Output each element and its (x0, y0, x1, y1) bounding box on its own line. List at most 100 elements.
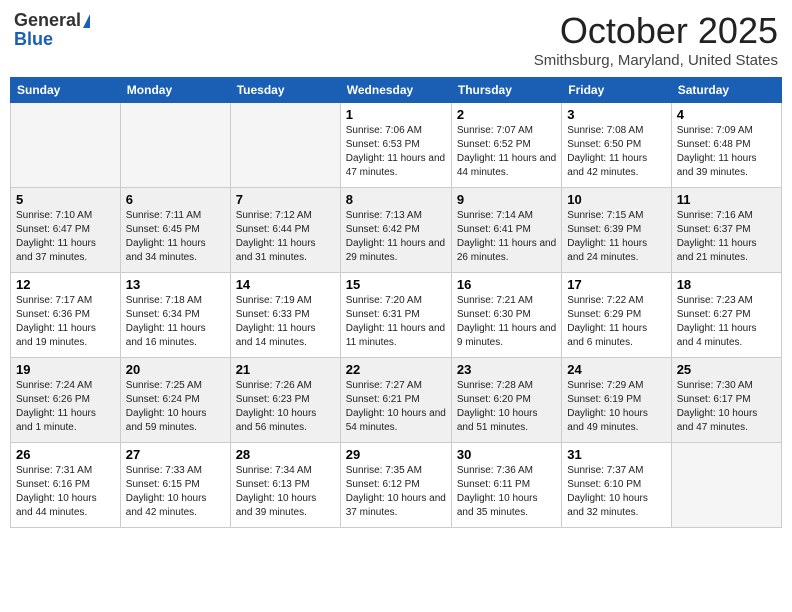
weekday-header-thursday: Thursday (451, 78, 561, 103)
calendar-cell: 31Sunrise: 7:37 AM Sunset: 6:10 PM Dayli… (562, 443, 671, 528)
calendar-cell (120, 103, 230, 188)
day-number: 19 (16, 362, 115, 377)
calendar-cell: 26Sunrise: 7:31 AM Sunset: 6:16 PM Dayli… (11, 443, 121, 528)
day-info: Sunrise: 7:27 AM Sunset: 6:21 PM Dayligh… (346, 379, 446, 435)
weekday-header-monday: Monday (120, 78, 230, 103)
calendar-cell: 20 Sunrise: 7:25 AM Sunset: 6:24 PM Dayli… (120, 358, 230, 443)
logo-general: General (14, 10, 81, 31)
weekday-header-sunday: Sunday (11, 78, 121, 103)
day-info: Sunrise: 7:25 AM Sunset: 6:24 PM Dayligh… (126, 379, 225, 435)
day-number: 18 (677, 277, 776, 292)
week-row-4: 19 Sunrise: 7:24 AM Sunset: 6:26 PM Dayli… (11, 358, 782, 443)
week-row-1: 1Sunrise: 7:06 AM Sunset: 6:53 PM Daylig… (11, 103, 782, 188)
day-number: 15 (346, 277, 446, 292)
day-number: 21 (236, 362, 335, 377)
day-number: 4 (677, 107, 776, 122)
page-header: General Blue October 2025 Smithsburg, Ma… (10, 10, 782, 69)
calendar-cell: 29 Sunrise: 7:35 AM Sunset: 6:12 PM Dayli… (340, 443, 451, 528)
day-number: 2 (457, 107, 556, 122)
week-row-5: 26Sunrise: 7:31 AM Sunset: 6:16 PM Dayli… (11, 443, 782, 528)
day-number: 13 (126, 277, 225, 292)
calendar-cell: 15 Sunrise: 7:20 AM Sunset: 6:31 PM Dayli… (340, 273, 451, 358)
weekday-header-row: SundayMondayTuesdayWednesdayThursdayFrid… (11, 78, 782, 103)
calendar-cell: 21Sunrise: 7:26 AM Sunset: 6:23 PM Dayli… (230, 358, 340, 443)
day-info: Sunrise: 7:24 AM Sunset: 6:26 PM Dayligh… (16, 379, 115, 435)
weekday-header-tuesday: Tuesday (230, 78, 340, 103)
day-number: 6 (126, 192, 225, 207)
calendar-cell: 5 Sunrise: 7:10 AM Sunset: 6:47 PM Daylig… (11, 188, 121, 273)
weekday-header-wednesday: Wednesday (340, 78, 451, 103)
day-info: Sunrise: 7:21 AM Sunset: 6:30 PM Dayligh… (457, 294, 556, 350)
day-number: 23 (457, 362, 556, 377)
day-info: Sunrise: 7:23 AM Sunset: 6:27 PM Dayligh… (677, 294, 776, 350)
day-info: Sunrise: 7:15 AM Sunset: 6:39 PM Dayligh… (567, 209, 665, 265)
day-number: 5 (16, 192, 115, 207)
calendar-cell: 13 Sunrise: 7:18 AM Sunset: 6:34 PM Dayli… (120, 273, 230, 358)
day-info: Sunrise: 7:09 AM Sunset: 6:48 PM Dayligh… (677, 124, 776, 180)
day-number: 20 (126, 362, 225, 377)
day-number: 29 (346, 447, 446, 462)
day-info: Sunrise: 7:16 AM Sunset: 6:37 PM Dayligh… (677, 209, 776, 265)
month-title: October 2025 (534, 10, 778, 52)
day-info: Sunrise: 7:30 AM Sunset: 6:17 PM Dayligh… (677, 379, 776, 435)
day-info: Sunrise: 7:36 AM Sunset: 6:11 PM Dayligh… (457, 464, 556, 520)
calendar-cell: 9 Sunrise: 7:14 AM Sunset: 6:41 PM Daylig… (451, 188, 561, 273)
day-number: 14 (236, 277, 335, 292)
day-number: 30 (457, 447, 556, 462)
day-number: 3 (567, 107, 665, 122)
day-number: 11 (677, 192, 776, 207)
day-number: 24 (567, 362, 665, 377)
calendar-cell: 30 Sunrise: 7:36 AM Sunset: 6:11 PM Dayli… (451, 443, 561, 528)
day-info: Sunrise: 7:29 AM Sunset: 6:19 PM Dayligh… (567, 379, 665, 435)
day-info: Sunrise: 7:17 AM Sunset: 6:36 PM Dayligh… (16, 294, 115, 350)
calendar-cell: 17 Sunrise: 7:22 AM Sunset: 6:29 PM Dayli… (562, 273, 671, 358)
week-row-2: 5 Sunrise: 7:10 AM Sunset: 6:47 PM Daylig… (11, 188, 782, 273)
calendar-cell: 19 Sunrise: 7:24 AM Sunset: 6:26 PM Dayli… (11, 358, 121, 443)
calendar-table: SundayMondayTuesdayWednesdayThursdayFrid… (10, 77, 782, 528)
day-number: 12 (16, 277, 115, 292)
calendar-cell: 14 Sunrise: 7:19 AM Sunset: 6:33 PM Dayli… (230, 273, 340, 358)
logo-blue: Blue (14, 29, 53, 50)
day-info: Sunrise: 7:22 AM Sunset: 6:29 PM Dayligh… (567, 294, 665, 350)
day-info: Sunrise: 7:28 AM Sunset: 6:20 PM Dayligh… (457, 379, 556, 435)
calendar-cell: 1Sunrise: 7:06 AM Sunset: 6:53 PM Daylig… (340, 103, 451, 188)
day-info: Sunrise: 7:08 AM Sunset: 6:50 PM Dayligh… (567, 124, 665, 180)
calendar-cell: 10 Sunrise: 7:15 AM Sunset: 6:39 PM Dayli… (562, 188, 671, 273)
calendar-cell: 8 Sunrise: 7:13 AM Sunset: 6:42 PM Daylig… (340, 188, 451, 273)
day-info: Sunrise: 7:10 AM Sunset: 6:47 PM Dayligh… (16, 209, 115, 265)
day-number: 26 (16, 447, 115, 462)
location: Smithsburg, Maryland, United States (534, 52, 778, 69)
day-number: 10 (567, 192, 665, 207)
calendar-cell: 27Sunrise: 7:33 AM Sunset: 6:15 PM Dayli… (120, 443, 230, 528)
calendar-cell: 4 Sunrise: 7:09 AM Sunset: 6:48 PM Daylig… (671, 103, 781, 188)
weekday-header-friday: Friday (562, 78, 671, 103)
day-number: 7 (236, 192, 335, 207)
day-number: 8 (346, 192, 446, 207)
day-info: Sunrise: 7:18 AM Sunset: 6:34 PM Dayligh… (126, 294, 225, 350)
calendar-cell: 11 Sunrise: 7:16 AM Sunset: 6:37 PM Dayli… (671, 188, 781, 273)
day-number: 27 (126, 447, 225, 462)
day-number: 28 (236, 447, 335, 462)
calendar-cell (11, 103, 121, 188)
calendar-cell: 12 Sunrise: 7:17 AM Sunset: 6:36 PM Dayli… (11, 273, 121, 358)
day-number: 9 (457, 192, 556, 207)
day-info: Sunrise: 7:20 AM Sunset: 6:31 PM Dayligh… (346, 294, 446, 350)
weekday-header-saturday: Saturday (671, 78, 781, 103)
day-info: Sunrise: 7:07 AM Sunset: 6:52 PM Dayligh… (457, 124, 556, 180)
day-info: Sunrise: 7:14 AM Sunset: 6:41 PM Dayligh… (457, 209, 556, 265)
calendar-cell: 16Sunrise: 7:21 AM Sunset: 6:30 PM Dayli… (451, 273, 561, 358)
calendar-cell (230, 103, 340, 188)
day-info: Sunrise: 7:19 AM Sunset: 6:33 PM Dayligh… (236, 294, 335, 350)
day-info: Sunrise: 7:37 AM Sunset: 6:10 PM Dayligh… (567, 464, 665, 520)
calendar-cell: 2 Sunrise: 7:07 AM Sunset: 6:52 PM Daylig… (451, 103, 561, 188)
day-info: Sunrise: 7:13 AM Sunset: 6:42 PM Dayligh… (346, 209, 446, 265)
day-info: Sunrise: 7:06 AM Sunset: 6:53 PM Dayligh… (346, 124, 446, 180)
calendar-cell (671, 443, 781, 528)
calendar-cell: 22Sunrise: 7:27 AM Sunset: 6:21 PM Dayli… (340, 358, 451, 443)
day-number: 25 (677, 362, 776, 377)
day-info: Sunrise: 7:34 AM Sunset: 6:13 PM Dayligh… (236, 464, 335, 520)
calendar-cell: 23 Sunrise: 7:28 AM Sunset: 6:20 PM Dayli… (451, 358, 561, 443)
calendar-cell: 25 Sunrise: 7:30 AM Sunset: 6:17 PM Dayli… (671, 358, 781, 443)
day-number: 17 (567, 277, 665, 292)
day-info: Sunrise: 7:35 AM Sunset: 6:12 PM Dayligh… (346, 464, 446, 520)
